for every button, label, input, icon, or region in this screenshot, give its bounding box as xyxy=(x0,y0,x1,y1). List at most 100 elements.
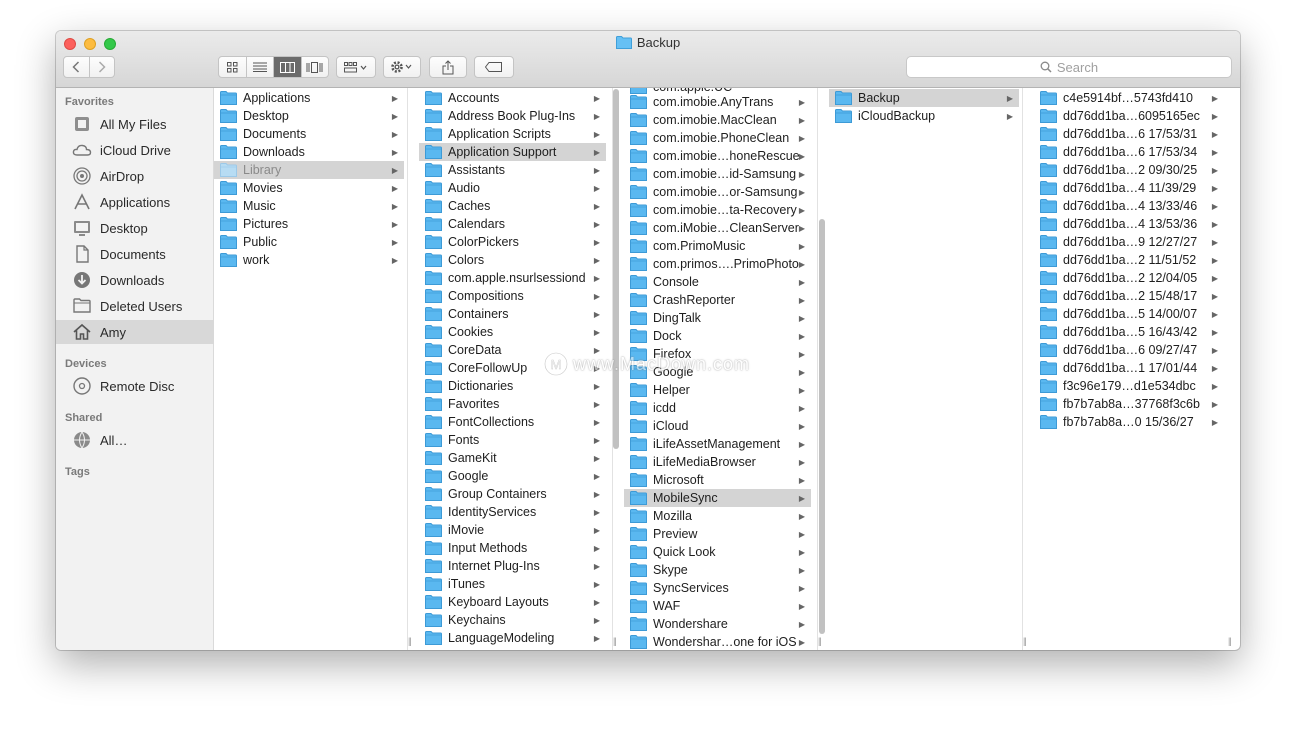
list-item[interactable]: Quick Look ▶ xyxy=(624,543,811,561)
list-item[interactable]: com.imobie.AnyTrans ▶ xyxy=(624,93,811,111)
list-item[interactable]: work ▶ xyxy=(214,251,404,269)
icon-view-button[interactable] xyxy=(219,57,247,77)
list-item[interactable]: Colors ▶ xyxy=(419,251,606,269)
list-item[interactable]: dd76dd1ba…6 17/53/34 ▶ xyxy=(1034,143,1224,161)
list-item[interactable]: WAF ▶ xyxy=(624,597,811,615)
list-item[interactable]: FontCollections ▶ xyxy=(419,413,606,431)
list-item[interactable]: Backup ▶ xyxy=(829,89,1019,107)
list-item[interactable]: dd76dd1ba…9 12/27/27 ▶ xyxy=(1034,233,1224,251)
sidebar-item-deleted-users[interactable]: Deleted Users xyxy=(56,294,214,318)
list-item[interactable]: Desktop ▶ xyxy=(214,107,404,125)
list-item[interactable]: Wondershar…one for iOS ▶ xyxy=(624,633,811,650)
list-item[interactable]: com.imobie.PhoneClean ▶ xyxy=(624,129,811,147)
list-item[interactable]: Calendars ▶ xyxy=(419,215,606,233)
list-item[interactable]: com.imobie…honeRescue ▶ xyxy=(624,147,811,165)
list-item[interactable]: dd76dd1ba…6095165ec ▶ xyxy=(1034,107,1224,125)
list-item[interactable]: dd76dd1ba…5 16/43/42 ▶ xyxy=(1034,323,1224,341)
list-item[interactable]: dd76dd1ba…2 12/04/05 ▶ xyxy=(1034,269,1224,287)
sidebar-item-all-my-files[interactable]: All My Files xyxy=(56,112,214,136)
sidebar-item-all[interactable]: All… xyxy=(56,428,214,452)
list-item[interactable]: Input Methods ▶ xyxy=(419,539,606,557)
list-item[interactable]: Microsoft ▶ xyxy=(624,471,811,489)
list-item[interactable]: fb7b7ab8a…37768f3c6b ▶ xyxy=(1034,395,1224,413)
list-item[interactable]: dd76dd1ba…2 09/30/25 ▶ xyxy=(1034,161,1224,179)
list-item[interactable]: Favorites ▶ xyxy=(419,395,606,413)
list-item[interactable]: dd76dd1ba…6 09/27/47 ▶ xyxy=(1034,341,1224,359)
list-item[interactable]: dd76dd1ba…4 13/33/46 ▶ xyxy=(1034,197,1224,215)
list-item[interactable]: Internet Plug-Ins ▶ xyxy=(419,557,606,575)
list-item[interactable]: SyncServices ▶ xyxy=(624,579,811,597)
list-item[interactable]: com.iMobie…CleanServer ▶ xyxy=(624,219,811,237)
list-item[interactable]: icdd ▶ xyxy=(624,399,811,417)
sidebar-item-amy[interactable]: Amy xyxy=(56,320,214,344)
list-item[interactable]: CrashReporter ▶ xyxy=(624,291,811,309)
list-item[interactable]: com.imobie…id-Samsung ▶ xyxy=(624,165,811,183)
list-item[interactable]: Pictures ▶ xyxy=(214,215,404,233)
column-view-button[interactable] xyxy=(274,57,302,77)
sidebar-item-icloud-drive[interactable]: iCloud Drive xyxy=(56,138,214,162)
sidebar-item-remote-disc[interactable]: Remote Disc xyxy=(56,374,214,398)
list-item[interactable]: com.apple.nsurlsessiond ▶ xyxy=(419,269,606,287)
list-item[interactable]: LanguageModeling ▶ xyxy=(419,629,606,647)
list-item[interactable]: Dock ▶ xyxy=(624,327,811,345)
arrange-button[interactable] xyxy=(336,56,376,78)
cover-flow-button[interactable] xyxy=(302,57,329,77)
list-item[interactable]: Applications ▶ xyxy=(214,89,404,107)
list-item[interactable]: IdentityServices ▶ xyxy=(419,503,606,521)
share-button[interactable] xyxy=(429,56,467,78)
list-item[interactable]: Compositions ▶ xyxy=(419,287,606,305)
sidebar-item-downloads[interactable]: Downloads xyxy=(56,268,214,292)
sidebar-item-desktop[interactable]: Desktop xyxy=(56,216,214,240)
list-item[interactable]: Wondershare ▶ xyxy=(624,615,811,633)
list-item[interactable]: Group Containers ▶ xyxy=(419,485,606,503)
list-item[interactable]: Dictionaries ▶ xyxy=(419,377,606,395)
list-item[interactable]: com.primos….PrimoPhoto ▶ xyxy=(624,255,811,273)
list-item[interactable]: f3c96e179…d1e534dbc ▶ xyxy=(1034,377,1224,395)
list-item[interactable]: Caches ▶ xyxy=(419,197,606,215)
list-item[interactable]: Cookies ▶ xyxy=(419,323,606,341)
list-item[interactable]: Application Scripts ▶ xyxy=(419,125,606,143)
list-item[interactable]: GameKit ▶ xyxy=(419,449,606,467)
action-button[interactable] xyxy=(383,56,421,78)
back-button[interactable] xyxy=(64,57,90,77)
list-item[interactable]: iLifeAssetManagement ▶ xyxy=(624,435,811,453)
list-item[interactable]: dd76dd1ba…2 11/51/52 ▶ xyxy=(1034,251,1224,269)
column-resize-handle[interactable]: || xyxy=(1228,636,1232,646)
list-item[interactable]: com.imobie…or-Samsung ▶ xyxy=(624,183,811,201)
list-item[interactable]: Application Support ▶ xyxy=(419,143,606,161)
list-item[interactable]: iLifeMediaBrowser ▶ xyxy=(624,453,811,471)
list-item[interactable]: dd76dd1ba…5 14/00/07 ▶ xyxy=(1034,305,1224,323)
list-item[interactable]: ColorPickers ▶ xyxy=(419,233,606,251)
list-item[interactable]: iCloudBackup ▶ xyxy=(829,107,1019,125)
list-item[interactable]: Keyboard Layouts ▶ xyxy=(419,593,606,611)
list-item[interactable]: MobileSync ▶ xyxy=(624,489,811,507)
list-item[interactable]: Downloads ▶ xyxy=(214,143,404,161)
column-resize-handle[interactable]: || xyxy=(818,636,822,646)
list-item[interactable]: dd76dd1ba…1 17/01/44 ▶ xyxy=(1034,359,1224,377)
sidebar-item-applications[interactable]: Applications xyxy=(56,190,214,214)
list-item[interactable]: Fonts ▶ xyxy=(419,431,606,449)
scrollbar-application-support[interactable] xyxy=(819,219,825,634)
list-item[interactable]: Console ▶ xyxy=(624,273,811,291)
list-item[interactable]: Music ▶ xyxy=(214,197,404,215)
list-item[interactable]: dd76dd1ba…4 11/39/29 ▶ xyxy=(1034,179,1224,197)
list-item[interactable]: dd76dd1ba…6 17/53/31 ▶ xyxy=(1034,125,1224,143)
list-item[interactable]: dd76dd1ba…4 13/53/36 ▶ xyxy=(1034,215,1224,233)
list-item[interactable]: Movies ▶ xyxy=(214,179,404,197)
list-item[interactable]: Documents ▶ xyxy=(214,125,404,143)
sidebar-item-documents[interactable]: Documents xyxy=(56,242,214,266)
list-item[interactable]: iMovie ▶ xyxy=(419,521,606,539)
list-item[interactable]: Address Book Plug-Ins ▶ xyxy=(419,107,606,125)
list-item[interactable]: com.imobie.MacClean ▶ xyxy=(624,111,811,129)
list-item[interactable]: Containers ▶ xyxy=(419,305,606,323)
list-item[interactable]: Public ▶ xyxy=(214,233,404,251)
list-item[interactable]: Library ▶ xyxy=(214,161,404,179)
list-item[interactable]: Assistants ▶ xyxy=(419,161,606,179)
list-item[interactable]: iTunes ▶ xyxy=(419,575,606,593)
list-item[interactable]: Google ▶ xyxy=(419,467,606,485)
column-resize-handle[interactable]: || xyxy=(613,636,617,646)
list-item[interactable]: Skype ▶ xyxy=(624,561,811,579)
list-item[interactable]: Mozilla ▶ xyxy=(624,507,811,525)
list-item[interactable]: Accounts ▶ xyxy=(419,89,606,107)
list-item[interactable]: iCloud ▶ xyxy=(624,417,811,435)
